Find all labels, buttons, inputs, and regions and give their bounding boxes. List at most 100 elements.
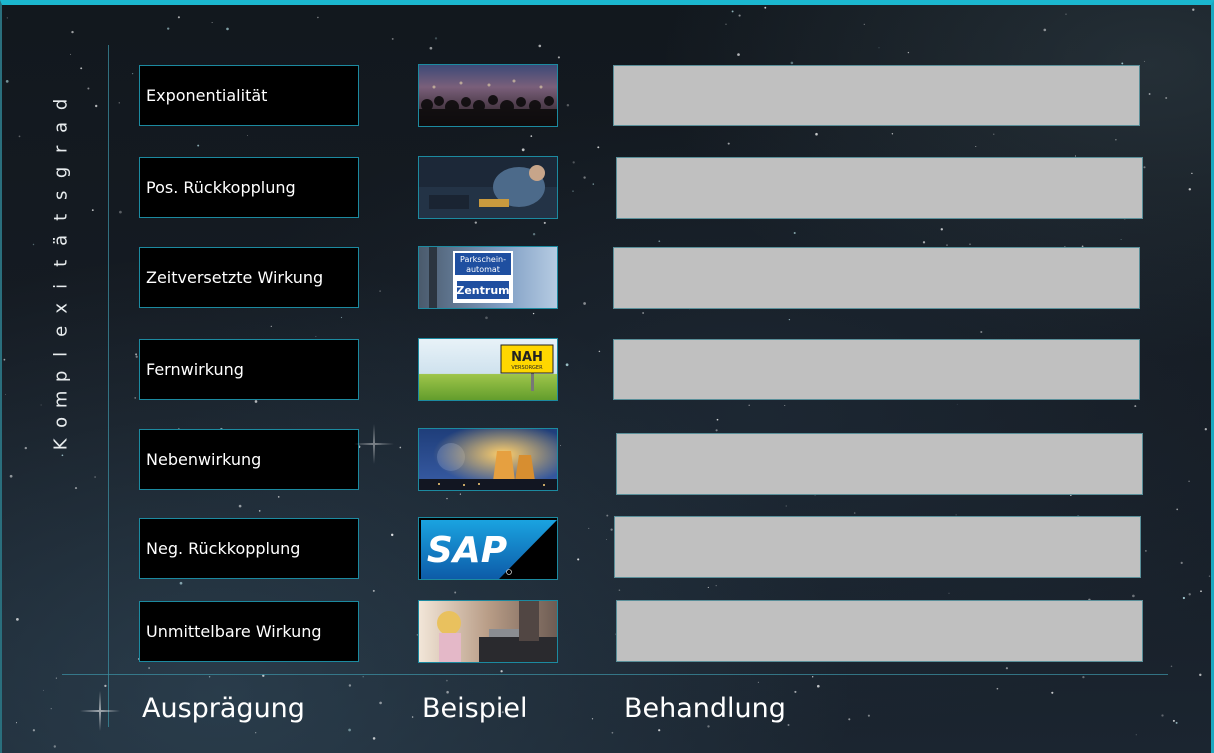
star — [1145, 550, 1147, 552]
star — [15, 722, 18, 724]
star — [474, 221, 477, 224]
star — [738, 14, 741, 17]
star — [530, 135, 533, 137]
star — [1208, 575, 1211, 577]
star — [119, 210, 122, 214]
sign-text: automat — [466, 265, 500, 274]
star — [80, 67, 83, 70]
star — [74, 487, 78, 490]
star — [1135, 734, 1137, 736]
star — [557, 56, 560, 59]
y-letter: t — [50, 214, 72, 222]
y-letter: p — [50, 370, 72, 383]
star — [1188, 188, 1192, 191]
star — [785, 505, 787, 507]
star — [1161, 714, 1164, 717]
y-letter: r — [50, 146, 72, 154]
star — [1180, 561, 1183, 565]
column-title-beispiel: Beispiel — [422, 693, 528, 724]
star — [1176, 508, 1179, 511]
star — [104, 684, 107, 688]
star — [867, 714, 870, 717]
star — [1188, 480, 1190, 483]
star — [135, 355, 138, 358]
y-letter: e — [50, 325, 72, 337]
star — [618, 589, 621, 591]
star — [131, 72, 134, 75]
row-label-nebenwirkung: Nebenwirkung — [139, 429, 359, 490]
star — [1132, 594, 1135, 598]
star — [715, 584, 717, 587]
star — [1175, 721, 1178, 724]
star — [24, 446, 27, 450]
star — [55, 677, 57, 679]
star — [727, 142, 730, 145]
star — [246, 135, 248, 137]
star — [583, 302, 586, 305]
star — [379, 701, 382, 705]
star — [348, 728, 351, 732]
star — [597, 146, 600, 149]
y-letter: l — [50, 351, 72, 357]
star — [94, 476, 96, 478]
star — [9, 474, 13, 478]
treatment-box — [616, 157, 1143, 219]
star — [411, 716, 414, 718]
star — [993, 133, 995, 135]
star — [565, 363, 569, 367]
star — [1172, 719, 1175, 722]
star — [748, 404, 750, 407]
star — [348, 684, 352, 687]
star — [177, 16, 180, 19]
star — [5, 394, 6, 395]
star — [270, 325, 272, 327]
y-letter: g — [50, 166, 72, 179]
star — [583, 176, 586, 179]
star — [226, 27, 229, 31]
vertical-axis-line — [108, 45, 109, 727]
star — [1200, 590, 1202, 593]
star — [848, 718, 851, 721]
star — [399, 446, 402, 449]
y-letter: ä — [50, 234, 72, 246]
star — [975, 145, 977, 147]
star — [459, 493, 461, 495]
star — [6, 17, 8, 19]
star — [500, 670, 503, 673]
star — [878, 47, 880, 49]
star — [812, 676, 814, 678]
star — [372, 589, 375, 592]
star — [737, 53, 740, 56]
star — [277, 496, 280, 498]
field-sign-photo-icon: NAH VERSORGER — [418, 338, 558, 401]
slide: d a r g s t ä t i x e l p m o K Exponent… — [0, 0, 1214, 753]
y-letter: s — [50, 190, 72, 200]
treatment-box — [613, 65, 1140, 126]
y-letter: a — [50, 121, 72, 133]
star — [1165, 97, 1168, 99]
row-label-fernwirkung: Fernwirkung — [139, 339, 359, 400]
star — [784, 404, 786, 406]
nuclear-plant-photo-icon — [418, 428, 558, 491]
star — [598, 350, 601, 353]
sap-logo-icon: SAP — [418, 517, 558, 580]
star — [372, 737, 376, 740]
column-title-behandlung: Behandlung — [624, 693, 786, 724]
star — [532, 312, 535, 315]
y-letter: x — [50, 303, 72, 314]
star — [853, 512, 856, 514]
star — [390, 533, 394, 537]
sign-text: VERSORGER — [511, 365, 543, 371]
star — [1192, 8, 1195, 11]
row-label-exponentialitaet: Exponentialität — [139, 65, 359, 126]
star — [315, 335, 317, 337]
star — [787, 724, 790, 726]
star — [1143, 166, 1146, 169]
star — [211, 21, 213, 23]
star — [816, 684, 820, 688]
row-label-pos-rueckkopplung: Pos. Rückkopplung — [139, 157, 359, 218]
star — [32, 729, 36, 732]
row-label-zeitversetzte-wirkung: Zeitversetzte Wirkung — [139, 247, 359, 308]
star — [446, 497, 448, 500]
star — [996, 687, 999, 690]
